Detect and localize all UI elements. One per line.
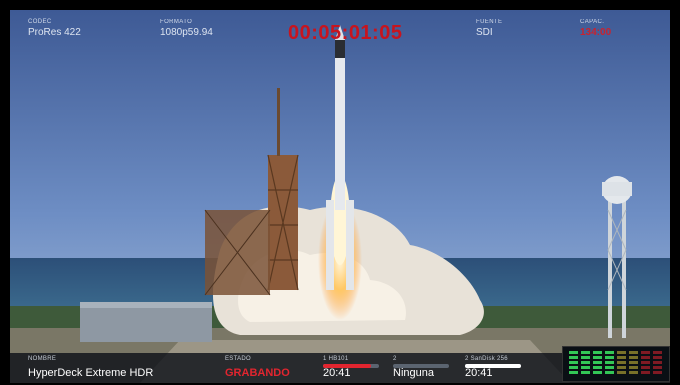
audio-meter-segment [605, 356, 614, 359]
timecode-display: 00:05:01:05 [288, 22, 403, 44]
audio-meter-segment [593, 356, 602, 359]
audio-meter-segment [569, 356, 578, 359]
audio-meter-segment [629, 366, 638, 369]
audio-meter-segment [569, 366, 578, 369]
audio-meter-segment [641, 371, 650, 374]
audio-meter-segment [653, 361, 662, 364]
audio-meter-segment [629, 356, 638, 359]
audio-meter-segment [617, 371, 626, 374]
audio-meter-segment [593, 371, 602, 374]
audio-meter-segment [581, 351, 590, 354]
slot-1-time: 20:41 [323, 367, 351, 379]
format-label: FORMATO [160, 19, 193, 25]
audio-meter-segment [569, 351, 578, 354]
audio-meter-segment [593, 351, 602, 354]
format-info: FORMATO 1080p59.94 [160, 19, 213, 38]
card-label: CAPAC. [580, 19, 605, 25]
audio-meter-segment [641, 351, 650, 354]
audio-meter-segment [629, 361, 638, 364]
audio-meter-segment [617, 356, 626, 359]
audio-meter-segment [581, 361, 590, 364]
audio-meter-segment [653, 366, 662, 369]
audio-meter-segment [605, 361, 614, 364]
slot-3-time: 20:41 [465, 367, 493, 379]
audio-meter-segment [629, 351, 638, 354]
audio-meter-segment [581, 356, 590, 359]
format-value: 1080p59.94 [160, 27, 213, 38]
audio-meter-segment [581, 366, 590, 369]
audio-meter-segment [641, 366, 650, 369]
rocket-launch-image [10, 10, 670, 383]
audio-meter-segment [617, 366, 626, 369]
source-value: SDI [476, 27, 493, 38]
audio-meter-segment [653, 371, 662, 374]
source-info: FUENTE SDI [476, 19, 502, 38]
slot-1-label: 1 HB101 [323, 356, 349, 362]
codec-value: ProRes 422 [28, 27, 81, 38]
card-value: 134:00 [580, 27, 612, 38]
device-name: HyperDeck Extreme HDR [28, 367, 154, 379]
name-label: NOMBRE [28, 356, 57, 362]
slot-2-label: 2 [393, 356, 397, 362]
audio-meter-segment [641, 356, 650, 359]
status-label: ESTADO [225, 356, 252, 362]
top-status-bar: CÓDEC ProRes 422 FORMATO 1080p59.94 00:0… [10, 10, 670, 54]
source-label: FUENTE [476, 19, 503, 25]
card-info: CAPAC. 134:00 [580, 19, 611, 38]
codec-label: CÓDEC [28, 19, 52, 25]
audio-meter-segment [629, 371, 638, 374]
audio-meter-segment [653, 356, 662, 359]
slot-2-time: Ninguna [393, 367, 434, 379]
audio-meter-segment [641, 361, 650, 364]
audio-meter-segment [593, 361, 602, 364]
audio-meters [562, 346, 670, 382]
audio-meter-segment [617, 361, 626, 364]
audio-meter-segment [605, 366, 614, 369]
codec-info: CÓDEC ProRes 422 [28, 19, 81, 38]
slot-3-label: 2 SanDisk 256 [465, 356, 508, 362]
audio-meter-segment [605, 371, 614, 374]
audio-meter-segment [569, 371, 578, 374]
audio-meter-segment [617, 351, 626, 354]
video-preview: CÓDEC ProRes 422 FORMATO 1080p59.94 00:0… [10, 10, 670, 383]
audio-meter-segment [653, 351, 662, 354]
status-value: GRABANDO [225, 367, 290, 379]
audio-meter-segment [569, 361, 578, 364]
audio-meter-segment [581, 371, 590, 374]
audio-meter-segment [605, 351, 614, 354]
audio-meter-segment [593, 366, 602, 369]
